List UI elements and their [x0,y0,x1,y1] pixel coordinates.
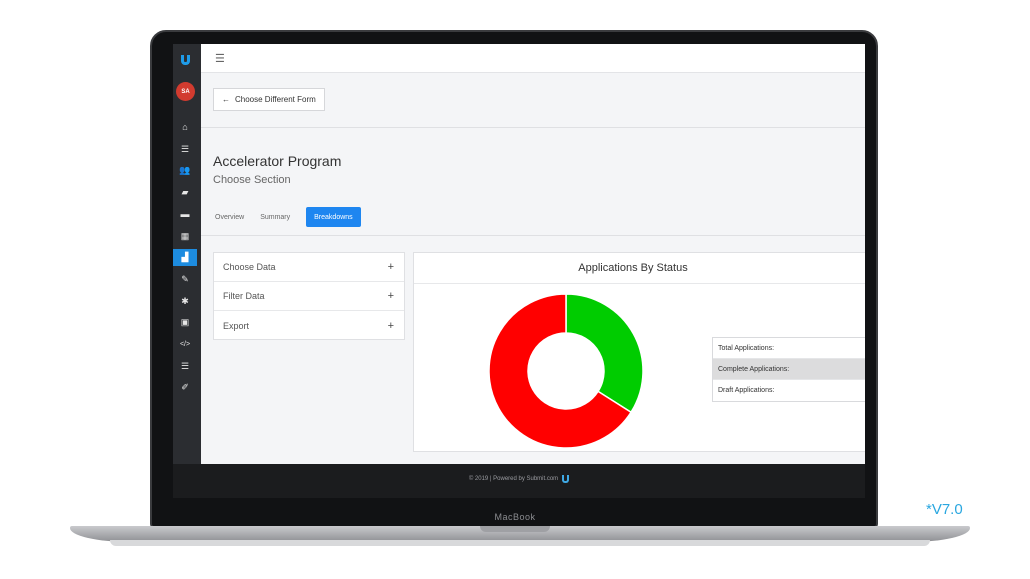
choose-different-form-button[interactable]: ← Choose Different Form [213,88,325,111]
laptop-notch [480,526,550,532]
legend-total-applications: Total Applications: [713,338,865,359]
screen-footer: © 2019 | Powered by Submit.com [173,466,865,492]
back-button-label: Choose Different Form [235,95,316,104]
tab-summary[interactable]: Summary [260,207,298,227]
app-screen: SA ⌂ ☰ 👥 ▰ ▬ ▦ ▟ ✎ ✱ ▣ </> ☰ ✐ ☰ ← Choose Different … [173,44,865,464]
plus-icon[interactable]: + [388,320,394,332]
donut-chart[interactable] [486,291,646,451]
chart-title: Applications By Status [414,253,865,284]
chart-legend: Total Applications: Complete Application… [712,337,865,402]
accordion-label: Choose Data [223,262,276,272]
laptop-base-shadow [110,540,930,546]
section-tabs: Overview Summary Breakdowns [215,207,369,227]
plus-icon[interactable]: + [388,261,394,273]
inbox-icon[interactable]: ▬ [173,206,197,223]
calendar-icon[interactable]: ▦ [173,228,197,245]
brush-icon[interactable]: ✎ [173,271,197,288]
accordion-label: Export [223,320,250,331]
code-icon[interactable]: </> [173,336,197,353]
app-logo[interactable] [179,53,193,67]
home-icon[interactable]: ⌂ [173,119,197,136]
hamburger-menu-icon[interactable]: ☰ [215,52,225,65]
legend-draft-applications: Draft Applications: [718,387,775,394]
accordion-export[interactable]: Export + [214,311,404,340]
chart-icon[interactable]: ▟ [173,249,197,267]
legend-complete-applications: Complete Applications: [713,359,865,380]
avatar[interactable]: SA [176,82,195,101]
arrow-left-icon: ← [222,95,230,104]
submit-logo-icon [562,475,570,483]
video-icon[interactable]: ▣ [173,314,197,331]
page-title: Accelerator Program [213,153,342,169]
footer-text: © 2019 | Powered by Submit.com [468,476,559,482]
accordion-choose-data[interactable]: Choose Data + [214,253,404,282]
list-alt-icon[interactable]: ☰ [173,358,197,375]
laptop-brand: MacBook [494,512,536,522]
users-icon[interactable]: 👥 [173,162,197,179]
tab-overview[interactable]: Overview [215,207,252,227]
plus-icon[interactable]: + [388,290,394,302]
list-icon[interactable]: ☰ [173,141,197,158]
donut-slice-complete-applications[interactable] [565,293,644,414]
sidebar: SA ⌂ ☰ 👥 ▰ ▬ ▦ ▟ ✎ ✱ ▣ </> ☰ ✐ [173,44,201,464]
edit-icon[interactable]: ✐ [173,379,197,396]
accordion-filter-data[interactable]: Filter Data + [214,282,404,311]
divider [201,127,865,128]
options-accordion: Choose Data + Filter Data + Export + [213,252,405,340]
folder-icon[interactable]: ▰ [173,184,197,201]
tab-breakdowns[interactable]: Breakdowns [306,207,361,227]
accordion-label: Filter Data [223,291,265,301]
chart-panel: Applications By Status Total Application… [413,252,865,452]
top-bar: ☰ [201,44,865,73]
divider [201,235,865,236]
version-label: *V7.0 [926,501,963,518]
page-subtitle: Choose Section [213,174,291,186]
gear-icon[interactable]: ✱ [173,293,197,310]
stage: SA ⌂ ☰ 👥 ▰ ▬ ▦ ▟ ✎ ✱ ▣ </> ☰ ✐ ☰ ← Choose Different … [0,0,1030,579]
